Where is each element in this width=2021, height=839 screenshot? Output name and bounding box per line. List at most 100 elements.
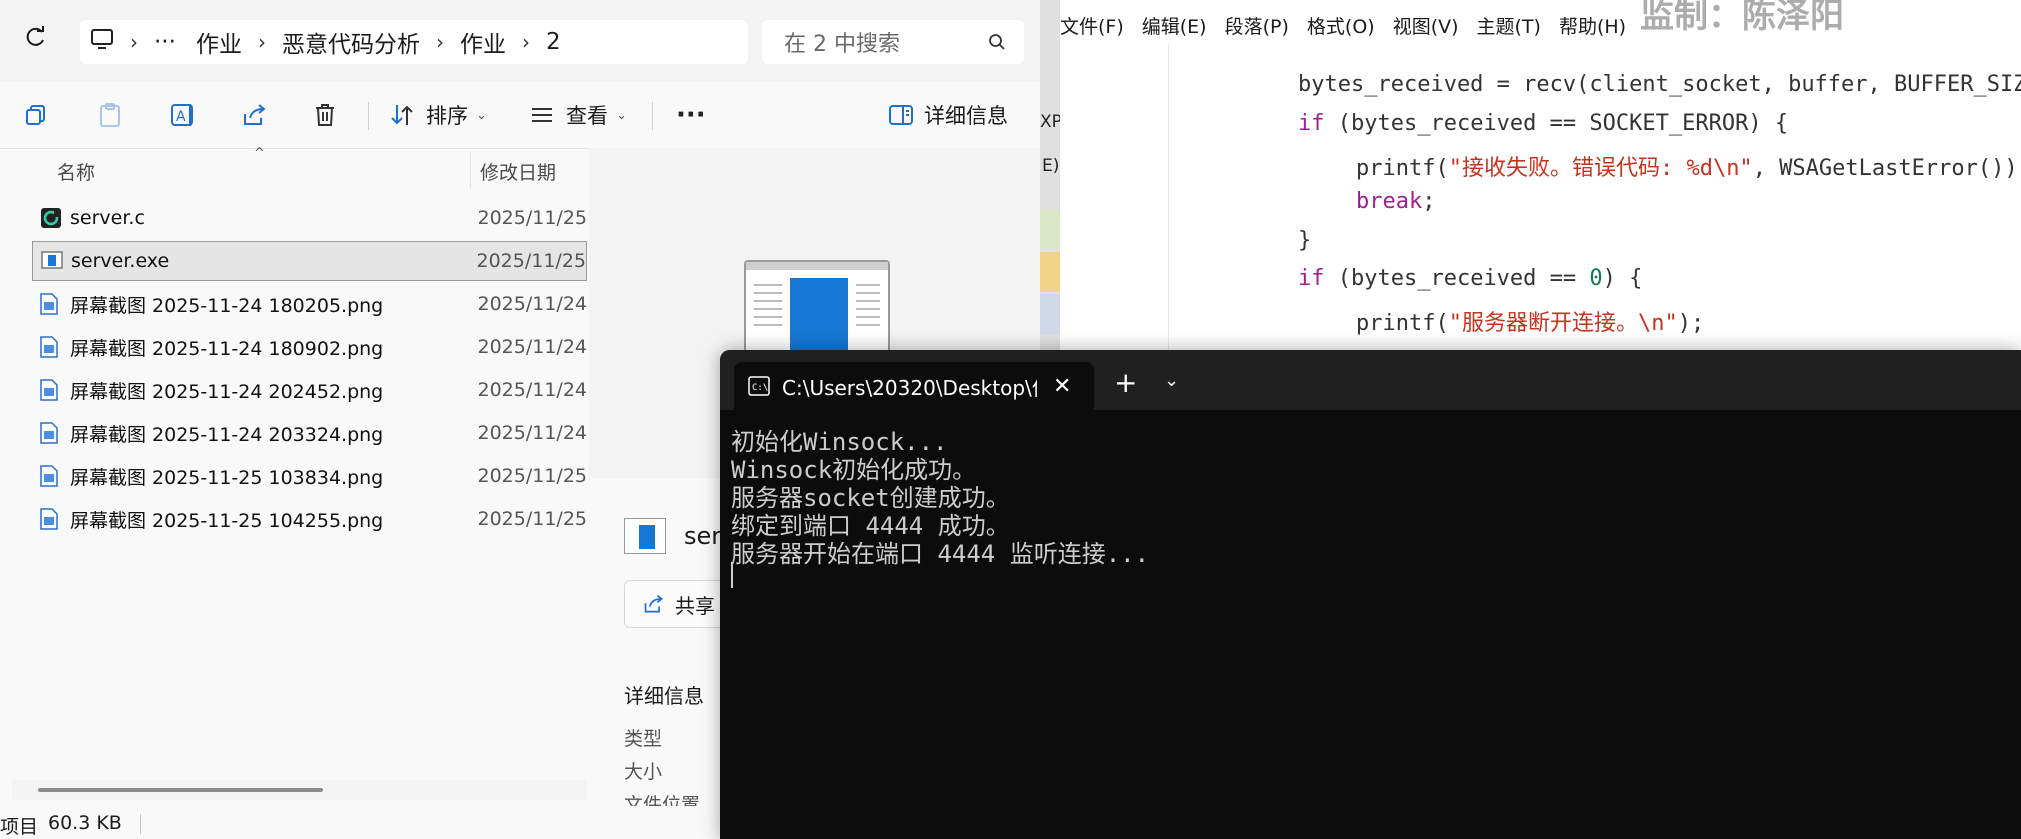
file-name: server.c — [70, 207, 145, 229]
menu-theme[interactable]: 主题(T) — [1477, 12, 1541, 39]
file-name: 屏幕截图 2025-11-24 203324.png — [70, 423, 384, 446]
sort-label: 排序 — [426, 104, 468, 128]
file-name: 屏幕截图 2025-11-24 202452.png — [70, 380, 384, 403]
file-name: 屏幕截图 2025-11-24 180205.png — [70, 294, 384, 317]
new-tab-icon[interactable]: + — [1114, 366, 1137, 399]
file-modified-date: 2025/11/24 — [477, 379, 587, 401]
terminal-tab[interactable]: C:\ C:\Users\20320\Desktop\作 ✕ — [734, 362, 1094, 410]
toolbar-divider — [652, 102, 653, 130]
file-modified-date: 2025/11/24 — [477, 336, 587, 358]
file-row[interactable]: 屏幕截图 2025-11-24 180205.png 2025/11/24 — [32, 284, 587, 324]
file-name: server.exe — [71, 250, 170, 272]
file-name: 屏幕截图 2025-11-25 103834.png — [70, 466, 384, 489]
file-row[interactable]: 屏幕截图 2025-11-24 202452.png 2025/11/24 — [32, 370, 587, 410]
share-label: 共享 — [675, 593, 715, 618]
breadcrumb-item[interactable]: 作业 — [460, 25, 506, 59]
code-line: printf("服务器断开连接。\n"); — [1356, 311, 1705, 336]
file-modified-date: 2025/11/25 — [476, 250, 586, 272]
close-tab-icon[interactable]: ✕ — [1053, 374, 1071, 399]
column-header-name[interactable]: 名称 — [57, 158, 95, 185]
chevron-down-icon[interactable]: ⌄ — [1164, 370, 1179, 391]
strip-thumbnail — [1040, 294, 1060, 334]
file-row[interactable]: 屏幕截图 2025-11-24 203324.png 2025/11/24 — [32, 413, 587, 453]
chevron-right-icon: › — [521, 30, 530, 54]
rename-icon[interactable]: A — [170, 95, 196, 135]
search-placeholder: 在 2 中搜索 — [784, 32, 900, 57]
status-selected-size: 60.3 KB — [48, 812, 122, 834]
sort-ascending-icon: ^ — [254, 146, 265, 161]
status-items-label: 项目 — [0, 816, 39, 838]
file-name: 屏幕截图 2025-11-25 104255.png — [70, 509, 384, 532]
toolbar-divider — [368, 102, 369, 130]
menu-view[interactable]: 视图(V) — [1393, 12, 1459, 39]
folder-icon — [1040, 252, 1060, 292]
copy-icon[interactable] — [24, 95, 48, 135]
file-modified-date: 2025/11/25 — [477, 207, 587, 229]
strip-label: E) — [1042, 156, 1060, 176]
search-input[interactable]: 在 2 中搜索 — [762, 20, 1024, 64]
breadcrumb-overflow[interactable]: ··· — [154, 29, 176, 55]
chevron-down-icon: ⌄ — [476, 107, 487, 123]
view-label: 查看 — [566, 104, 608, 128]
file-row[interactable]: 屏幕截图 2025-11-24 180902.png 2025/11/24 — [32, 327, 587, 367]
share-icon[interactable] — [242, 95, 268, 135]
image-file-icon — [40, 422, 62, 444]
command-bar — [0, 82, 1040, 149]
code-line: if (bytes_received == SOCKET_ERROR) { — [1298, 111, 1789, 136]
menu-paragraph[interactable]: 段落(P) — [1225, 12, 1289, 39]
column-header-modified[interactable]: 修改日期 — [480, 158, 556, 185]
refresh-icon[interactable] — [24, 25, 46, 56]
breadcrumb-current[interactable]: 2 — [546, 29, 561, 55]
command-prompt-icon: C:\ — [748, 376, 770, 396]
sort-icon — [391, 105, 413, 125]
exe-file-icon — [41, 250, 63, 272]
file-row[interactable]: server.c 2025/11/25 — [32, 198, 587, 238]
sort-button[interactable]: 排序 ⌄ — [390, 95, 487, 135]
image-file-icon — [40, 293, 62, 315]
file-row[interactable]: 屏幕截图 2025-11-25 103834.png 2025/11/25 — [32, 456, 587, 496]
code-line: if (bytes_received == 0) { — [1298, 266, 1643, 291]
details-pane-button[interactable]: 详细信息 — [888, 95, 1008, 135]
code-line: bytes_received = recv(client_socket, buf… — [1298, 72, 2021, 97]
strip-thumbnail — [1040, 210, 1060, 250]
file-name: 屏幕截图 2025-11-24 180902.png — [70, 337, 384, 360]
this-pc-icon[interactable] — [90, 28, 114, 56]
file-modified-date: 2025/11/24 — [477, 422, 587, 444]
details-prop-location: 文件位置 — [624, 794, 701, 806]
breadcrumb[interactable]: › ··· 作业 › 恶意代码分析 › 作业 › 2 — [80, 20, 748, 64]
details-prop-type: 类型 — [624, 728, 663, 750]
image-file-icon — [40, 465, 62, 487]
horizontal-scrollbar-thumb[interactable] — [38, 788, 323, 792]
more-options-button[interactable]: ··· — [676, 95, 706, 135]
terminal-cursor — [731, 562, 733, 588]
code-line: } — [1298, 228, 1312, 253]
paste-icon[interactable] — [98, 95, 122, 135]
breadcrumb-item[interactable]: 作业 — [196, 25, 242, 59]
chevron-right-icon: › — [435, 30, 444, 54]
details-file-name: ser — [684, 522, 722, 550]
menu-format[interactable]: 格式(O) — [1307, 12, 1375, 39]
file-row[interactable]: 屏幕截图 2025-11-25 104255.png 2025/11/25 — [32, 499, 587, 539]
svg-text:C:\: C:\ — [752, 383, 768, 393]
file-modified-date: 2025/11/24 — [477, 293, 587, 315]
column-divider[interactable] — [470, 152, 471, 188]
menu-edit[interactable]: 编辑(E) — [1142, 12, 1207, 39]
breadcrumb-item[interactable]: 恶意代码分析 — [282, 25, 420, 59]
svg-text:A: A — [176, 109, 186, 125]
file-modified-date: 2025/11/25 — [477, 508, 587, 530]
details-heading: 详细信息 — [624, 684, 704, 708]
view-button[interactable]: 查看 ⌄ — [530, 95, 627, 135]
details-label: 详细信息 — [924, 104, 1008, 128]
menu-help[interactable]: 帮助(H) — [1559, 12, 1626, 39]
chevron-right-icon: › — [130, 30, 138, 54]
strip-label: XP — [1040, 112, 1062, 132]
menu-file[interactable]: 文件(F) — [1060, 12, 1124, 39]
file-row[interactable]: server.exe 2025/11/25 — [32, 241, 587, 281]
image-file-icon — [40, 336, 62, 358]
exe-file-small-icon — [624, 518, 666, 554]
c-file-icon — [40, 207, 62, 229]
delete-icon[interactable] — [314, 95, 336, 135]
image-file-icon — [40, 379, 62, 401]
details-prop-size: 大小 — [624, 761, 663, 783]
watermark: 监制：陈泽阳 — [1640, 0, 1844, 36]
